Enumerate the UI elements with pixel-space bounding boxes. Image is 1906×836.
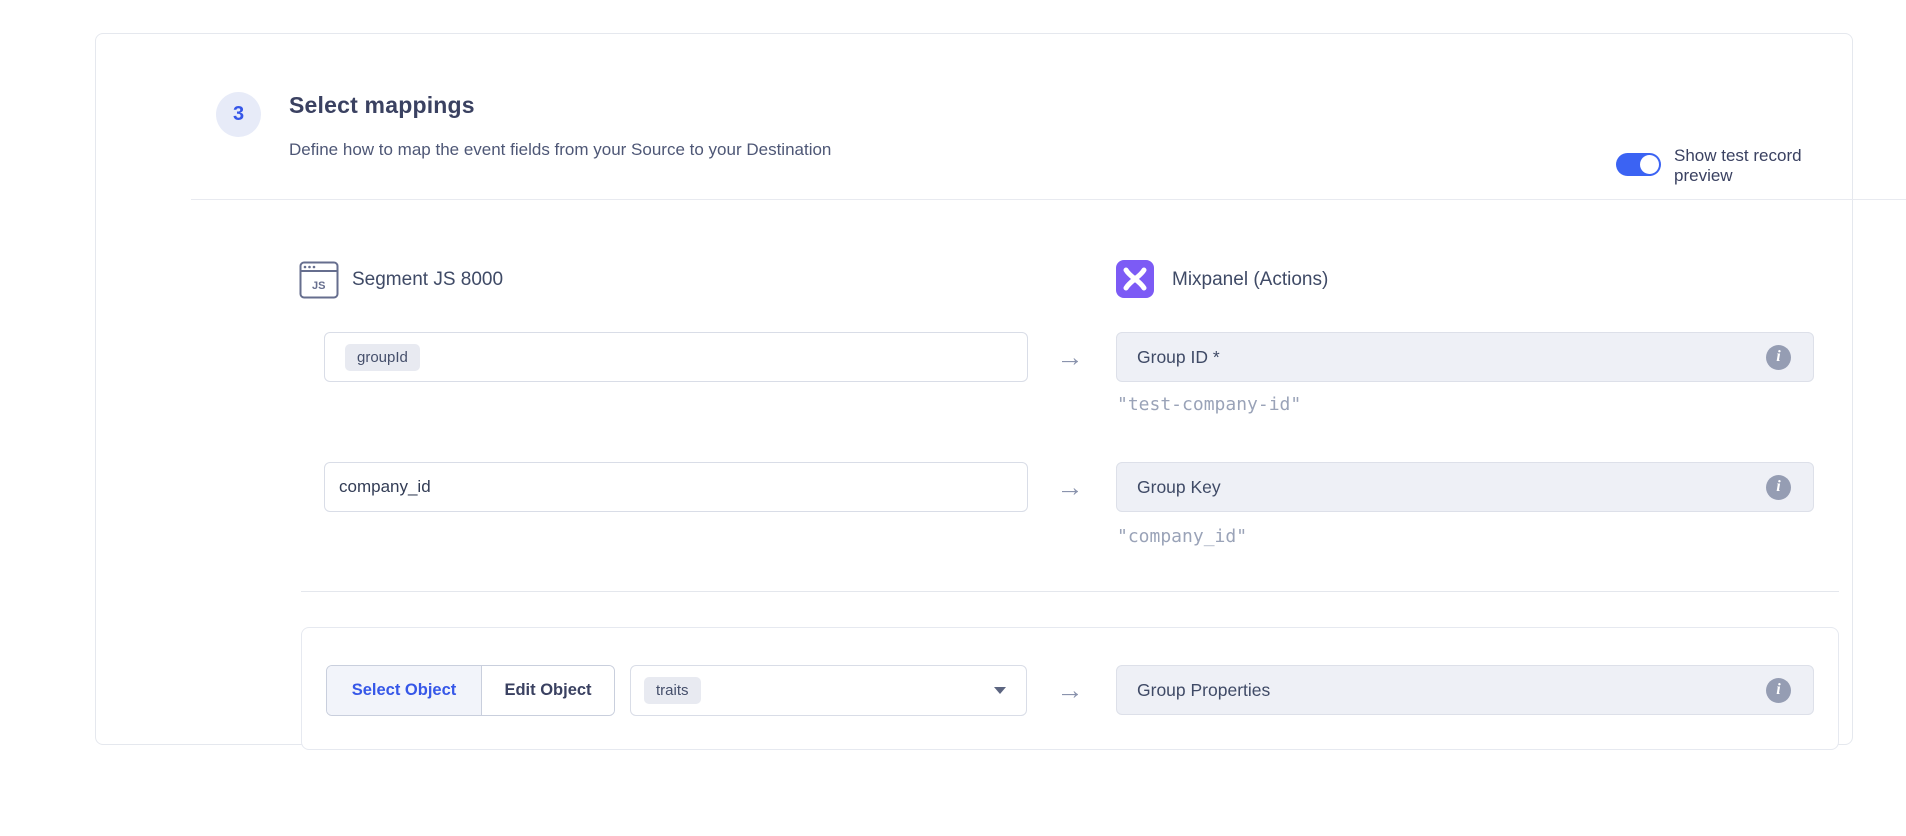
mixpanel-icon: [1116, 260, 1154, 298]
test-record-preview-value: "company_id": [1117, 526, 1247, 547]
destination-field-group-id: Group ID * i: [1116, 332, 1814, 382]
source-field-text: company_id: [339, 477, 431, 497]
step-number-badge: 3: [216, 92, 261, 137]
toggle-label: Show test record preview: [1674, 146, 1852, 186]
selected-object-token[interactable]: traits: [644, 677, 701, 704]
destination-field-group-key: Group Key i: [1116, 462, 1814, 512]
destination-field-label: Group Properties: [1137, 680, 1270, 701]
info-icon[interactable]: i: [1766, 678, 1791, 703]
arrow-right-icon: →: [1048, 675, 1092, 706]
destination-field-group-properties: Group Properties i: [1116, 665, 1814, 715]
info-icon[interactable]: i: [1766, 345, 1791, 370]
destination-field-label: Group ID *: [1137, 347, 1220, 368]
object-source-select[interactable]: traits: [630, 665, 1027, 716]
source-field-input-company-id[interactable]: company_id: [324, 462, 1028, 512]
header-divider: [191, 199, 1906, 200]
destination-field-label: Group Key: [1137, 477, 1221, 498]
toggle-knob: [1640, 155, 1659, 174]
source-name: Segment JS 8000: [352, 269, 503, 291]
test-record-preview-value: "test-company-id": [1117, 394, 1301, 415]
source-field-input-groupid[interactable]: groupId: [324, 332, 1028, 382]
edit-object-button[interactable]: Edit Object: [482, 666, 614, 715]
source-field-token[interactable]: groupId: [345, 344, 420, 371]
destination-name: Mixpanel (Actions): [1172, 269, 1328, 291]
select-object-button[interactable]: Select Object: [327, 666, 482, 715]
show-test-record-preview-toggle[interactable]: [1616, 153, 1661, 176]
page-subtitle: Define how to map the event fields from …: [289, 140, 831, 160]
page-title: Select mappings: [289, 92, 475, 119]
object-mode-segmented-control: Select Object Edit Object: [326, 665, 615, 716]
arrow-right-icon: →: [1048, 342, 1092, 373]
mappings-page: 3 Select mappings Define how to map the …: [0, 0, 1906, 836]
info-icon[interactable]: i: [1766, 475, 1791, 500]
section-divider: [301, 591, 1839, 592]
chevron-down-icon: [994, 687, 1006, 694]
svg-text:JS: JS: [312, 280, 325, 292]
select-mappings-card: 3 Select mappings Define how to map the …: [95, 33, 1853, 745]
js-browser-icon: JS: [299, 261, 339, 299]
arrow-right-icon: →: [1048, 472, 1092, 503]
